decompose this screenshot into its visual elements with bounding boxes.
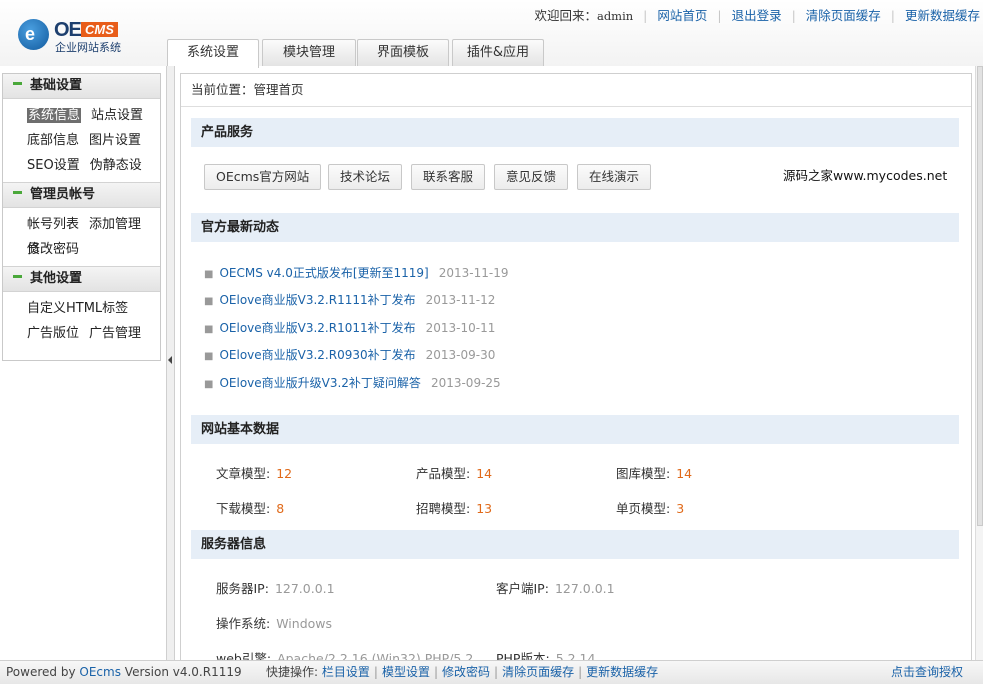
sidebar-item-system-info[interactable]: 系统信息 bbox=[27, 108, 82, 123]
stat-download-models: 下载模型: 8 bbox=[216, 501, 285, 516]
server-ip: 服务器IP: 127.0.0.1 bbox=[216, 581, 335, 596]
news-link[interactable]: OECMS v4.0正式版发布[更新至1119] bbox=[219, 266, 428, 280]
sidebar: 基础设置 系统信息站点设置 底部信息图片设置 SEO设置伪静态设置 管理员帐号 … bbox=[2, 73, 161, 361]
operating-system: 操作系统: Windows bbox=[216, 616, 333, 631]
quick-change-password-link[interactable]: 修改密码 bbox=[442, 665, 490, 679]
news-date: 2013-09-25 bbox=[430, 376, 501, 390]
news-link[interactable]: OElove商业版升级V3.2补丁疑问解答 bbox=[219, 376, 420, 390]
sidebar-item-account-list[interactable]: 帐号列表 bbox=[27, 217, 79, 232]
header: e OE CMS 企业网站系统 欢迎回来：admin | 网站首页 | 退出登录… bbox=[0, 0, 983, 68]
stat-gallery-models: 图库模型: 14 bbox=[616, 466, 693, 481]
news-date: 2013-09-30 bbox=[425, 348, 496, 362]
quick-clear-cache-link[interactable]: 清除页面缓存 bbox=[502, 665, 574, 679]
sidebar-section-basic[interactable]: 基础设置 bbox=[3, 74, 160, 99]
site-stats-heading: 网站基本数据 bbox=[191, 415, 959, 444]
collapse-left-icon[interactable] bbox=[168, 356, 172, 364]
main-content: 当前位置：管理首页 产品服务 OEcms官方网站 技术论坛 联系客服 意见反馈 … bbox=[180, 73, 972, 662]
powered-by: Powered by OEcms Version v4.0.R1119 bbox=[6, 665, 242, 679]
sidebar-item-footer-info[interactable]: 底部信息 bbox=[27, 133, 79, 148]
news-date: 2013-11-12 bbox=[425, 293, 496, 307]
product-services-heading: 产品服务 bbox=[191, 118, 959, 147]
bullet-icon: ■ bbox=[204, 269, 214, 280]
sidebar-item-image-settings[interactable]: 图片设置 bbox=[89, 133, 141, 148]
server-info-heading: 服务器信息 bbox=[191, 530, 959, 559]
news-item: ■ OElove商业版V3.2.R0930补丁发布 2013-09-30 bbox=[204, 346, 495, 363]
feedback-button[interactable]: 意见反馈 bbox=[494, 164, 569, 190]
client-ip: 客户端IP: 127.0.0.1 bbox=[496, 581, 615, 596]
license-query-link[interactable]: 点击查询授权 bbox=[891, 661, 963, 684]
news-date: 2013-10-11 bbox=[425, 321, 496, 335]
update-data-cache-link[interactable]: 更新数据缓存 bbox=[905, 8, 980, 23]
news-item: ■ OElove商业版V3.2.R1011补丁发布 2013-10-11 bbox=[204, 319, 495, 336]
clear-page-cache-link[interactable]: 清除页面缓存 bbox=[806, 8, 881, 23]
bullet-icon: ■ bbox=[204, 379, 214, 390]
collapse-icon bbox=[13, 82, 22, 85]
tab-interface-templates[interactable]: 界面模板 bbox=[357, 39, 449, 66]
sidebar-item-ad-management[interactable]: 广告管理 bbox=[89, 326, 141, 341]
news-link[interactable]: OElove商业版V3.2.R1011补丁发布 bbox=[219, 321, 415, 335]
logo-brand-cms: CMS bbox=[81, 22, 118, 37]
sidebar-item-ad-slots[interactable]: 广告版位 bbox=[27, 326, 79, 341]
tab-plugins-apps[interactable]: 插件&应用 bbox=[452, 39, 544, 66]
sidebar-item-change-password[interactable]: 修改密码 bbox=[27, 242, 79, 257]
collapse-icon bbox=[13, 275, 22, 278]
quick-column-settings-link[interactable]: 栏目设置 bbox=[322, 665, 370, 679]
divider: | bbox=[643, 8, 648, 23]
main-scrollbar[interactable] bbox=[975, 66, 983, 660]
quick-model-settings-link[interactable]: 模型设置 bbox=[382, 665, 430, 679]
logout-link[interactable]: 退出登录 bbox=[732, 8, 782, 23]
news-item: ■ OElove商业版升级V3.2补丁疑问解答 2013-09-25 bbox=[204, 374, 501, 391]
tab-system-settings[interactable]: 系统设置 bbox=[167, 39, 259, 68]
sidebar-splitter[interactable] bbox=[166, 66, 175, 660]
sidebar-section-other[interactable]: 其他设置 bbox=[3, 267, 160, 292]
logo[interactable]: e OE CMS 企业网站系统 bbox=[18, 17, 128, 54]
quick-actions: 快捷操作: 栏目设置 | 模型设置 | 修改密码 | 清除页面缓存 | 更新数据缓存 bbox=[266, 665, 659, 679]
online-demo-button[interactable]: 在线演示 bbox=[577, 164, 652, 190]
welcome-text: 欢迎回来： bbox=[534, 8, 597, 23]
oecms-brand-link[interactable]: OEcms bbox=[79, 665, 121, 679]
tech-forum-button[interactable]: 技术论坛 bbox=[328, 164, 403, 190]
sidebar-admin-items: 帐号列表 添加管理员 修改密码 bbox=[3, 208, 160, 267]
divider: | bbox=[890, 8, 895, 23]
collapse-icon bbox=[13, 191, 22, 194]
news-link[interactable]: OElove商业版V3.2.R0930补丁发布 bbox=[219, 348, 415, 362]
stat-product-models: 产品模型: 14 bbox=[416, 466, 493, 481]
site-home-link[interactable]: 网站首页 bbox=[657, 8, 707, 23]
stat-article-models: 文章模型: 12 bbox=[216, 466, 293, 481]
bullet-icon: ■ bbox=[204, 351, 214, 362]
sidebar-other-items: 自定义HTML标签 广告版位 广告管理 bbox=[3, 292, 160, 350]
contact-support-button[interactable]: 联系客服 bbox=[411, 164, 486, 190]
sidebar-item-site-settings[interactable]: 站点设置 bbox=[91, 108, 143, 123]
footer: Powered by OEcms Version v4.0.R1119 快捷操作… bbox=[0, 660, 983, 684]
scrollbar-thumb[interactable] bbox=[977, 66, 983, 526]
breadcrumb: 当前位置：管理首页 bbox=[181, 74, 971, 107]
sidebar-basic-items: 系统信息站点设置 底部信息图片设置 SEO设置伪静态设置 bbox=[3, 99, 160, 198]
bullet-icon: ■ bbox=[204, 324, 214, 335]
logo-subtitle: 企业网站系统 bbox=[55, 41, 121, 54]
tab-module-management[interactable]: 模块管理 bbox=[262, 39, 356, 66]
sidebar-item-seo-settings[interactable]: SEO设置 bbox=[27, 158, 80, 173]
quick-update-cache-link[interactable]: 更新数据缓存 bbox=[586, 665, 658, 679]
news-date: 2013-11-19 bbox=[438, 266, 509, 280]
divider: | bbox=[791, 8, 796, 23]
official-site-button[interactable]: OEcms官方网站 bbox=[204, 164, 322, 190]
bullet-icon: ■ bbox=[204, 296, 214, 307]
logo-mark-icon: e bbox=[18, 19, 49, 50]
sidebar-section-admin[interactable]: 管理员帐号 bbox=[3, 183, 160, 208]
divider: | bbox=[717, 8, 722, 23]
username: admin bbox=[596, 9, 634, 23]
news-item: ■ OElove商业版V3.2.R1111补丁发布 2013-11-12 bbox=[204, 291, 495, 308]
news-item: ■ OECMS v4.0正式版发布[更新至1119] 2013-11-19 bbox=[204, 264, 508, 281]
stat-recruit-models: 招聘模型: 13 bbox=[416, 501, 493, 516]
news-heading: 官方最新动态 bbox=[191, 213, 959, 242]
news-link[interactable]: OElove商业版V3.2.R1111补丁发布 bbox=[219, 293, 415, 307]
top-links: 欢迎回来：admin | 网站首页 | 退出登录 | 清除页面缓存 | 更新数据… bbox=[534, 5, 980, 24]
sidebar-item-custom-html[interactable]: 自定义HTML标签 bbox=[27, 301, 128, 316]
source-note: 源码之家www.mycodes.net bbox=[783, 168, 948, 183]
stat-single-page-models: 单页模型: 3 bbox=[616, 501, 685, 516]
